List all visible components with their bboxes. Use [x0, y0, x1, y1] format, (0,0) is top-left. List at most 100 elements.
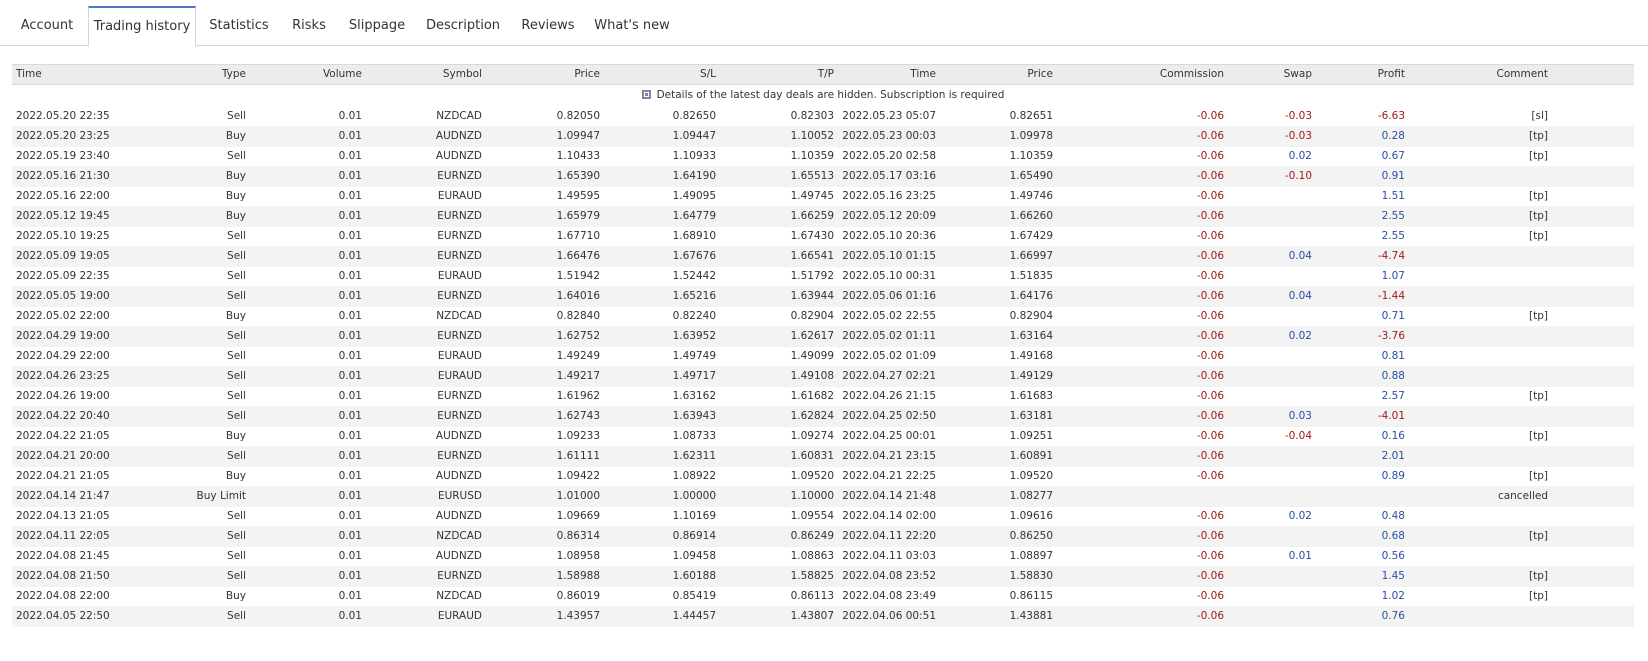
- cell-volume: 0.01: [338, 550, 362, 562]
- cell-tp: 1.49099: [790, 350, 834, 362]
- cell-close-time: 2022.05.06 01:16: [842, 290, 936, 302]
- cell-swap: [1212, 306, 1312, 327]
- cell-swap: [1212, 206, 1312, 227]
- cell-profit: 0.76: [1381, 610, 1405, 622]
- tab-description[interactable]: Description: [422, 6, 504, 46]
- cell-profit: 0.71: [1381, 310, 1405, 322]
- cell-volume: 0.01: [338, 150, 362, 162]
- header-time[interactable]: Time: [16, 65, 136, 86]
- cell-tp: 0.82904: [790, 310, 834, 322]
- cell-profit: -6.63: [1377, 110, 1405, 122]
- cell-open-time: 2022.04.11 22:05: [16, 530, 110, 542]
- cell-sl: 1.49749: [672, 350, 716, 362]
- header-type[interactable]: Type: [146, 65, 246, 86]
- cell-close-price: 1.49129: [1009, 370, 1053, 382]
- cell-open-price: 1.66476: [556, 250, 600, 262]
- cell-close-time: 2022.04.21 22:25: [842, 470, 936, 482]
- tab-account[interactable]: Account: [12, 6, 82, 46]
- cell-open-price: 1.09947: [556, 130, 600, 142]
- cell-type: Sell: [227, 530, 246, 542]
- cell-commission: -0.06: [1196, 170, 1224, 182]
- cell-open-price: 0.82050: [556, 110, 600, 122]
- tab-trading-history[interactable]: Trading history: [88, 6, 196, 47]
- tab-reviews[interactable]: Reviews: [516, 6, 580, 46]
- header-sl[interactable]: S/L: [616, 65, 716, 86]
- header-tp[interactable]: T/P: [734, 65, 834, 86]
- cell-symbol: AUDNZD: [435, 430, 482, 442]
- cell-volume: 0.01: [338, 330, 362, 342]
- cell-profit: 1.51: [1381, 190, 1405, 202]
- cell-type: Sell: [227, 290, 246, 302]
- cell-close-price: 1.43881: [1009, 610, 1053, 622]
- header-comment[interactable]: Comment: [1448, 65, 1548, 86]
- subscription-notice-text: Details of the latest day deals are hidd…: [656, 89, 1005, 101]
- header-close-price[interactable]: Price: [953, 65, 1053, 86]
- table-row: 2022.04.05 22:50 Sell 0.01 EURAUD 1.43957 1.4…: [12, 606, 1634, 627]
- header-profit[interactable]: Profit: [1305, 65, 1405, 86]
- cell-close-price: 1.08277: [1009, 490, 1053, 502]
- cell-swap: [1212, 606, 1312, 627]
- tab-whats-new[interactable]: What's new: [592, 6, 672, 46]
- cell-open-time: 2022.04.29 22:00: [16, 350, 110, 362]
- cell-profit: 1.07: [1381, 270, 1405, 282]
- cell-volume: 0.01: [338, 110, 362, 122]
- cell-profit: 1.45: [1381, 570, 1405, 582]
- cell-comment: [tp]: [1529, 470, 1548, 482]
- cell-open-time: 2022.04.26 19:00: [16, 390, 110, 402]
- header-close-time[interactable]: Time: [836, 65, 936, 86]
- cell-sl: 0.82650: [672, 110, 716, 122]
- cell-profit: 2.55: [1381, 230, 1405, 242]
- cell-close-price: 1.09978: [1009, 130, 1053, 142]
- header-swap[interactable]: Swap: [1212, 65, 1312, 86]
- cell-swap: [1212, 346, 1312, 367]
- cell-close-time: 2022.04.06 00:51: [842, 610, 936, 622]
- table-row: 2022.05.20 22:35 Sell 0.01 NZDCAD 0.82050 0.8…: [12, 106, 1634, 127]
- tab-slippage[interactable]: Slippage: [344, 6, 410, 46]
- cell-profit: 0.88: [1381, 370, 1405, 382]
- cell-comment: [1448, 166, 1548, 187]
- cell-swap: [1212, 566, 1312, 587]
- header-commission[interactable]: Commission: [1124, 65, 1224, 86]
- tab-risks[interactable]: Risks: [286, 6, 332, 46]
- cell-profit: 0.16: [1381, 430, 1405, 442]
- cell-sl: 1.08733: [672, 430, 716, 442]
- cell-sl: 0.86914: [672, 530, 716, 542]
- tab-statistics[interactable]: Statistics: [204, 6, 274, 46]
- cell-swap: [1212, 366, 1312, 387]
- cell-swap: -0.03: [1284, 110, 1312, 122]
- cell-tp: 1.49745: [790, 190, 834, 202]
- cell-close-price: 1.51835: [1009, 270, 1053, 282]
- cell-profit: 0.56: [1381, 550, 1405, 562]
- table-row: 2022.04.26 23:25 Sell 0.01 EURAUD 1.49217 1.4…: [12, 366, 1634, 387]
- cell-sl: 1.10169: [672, 510, 716, 522]
- cell-swap: 0.04: [1288, 290, 1312, 302]
- lock-icon: [641, 90, 651, 99]
- cell-close-price: 1.60891: [1009, 450, 1053, 462]
- cell-tp: 1.51792: [790, 270, 834, 282]
- header-volume[interactable]: Volume: [262, 65, 362, 86]
- cell-profit: 0.28: [1381, 130, 1405, 142]
- cell-open-price: 1.09422: [556, 470, 600, 482]
- cell-volume: 0.01: [338, 610, 362, 622]
- cell-open-time: 2022.04.21 21:05: [16, 470, 110, 482]
- header-price[interactable]: Price: [500, 65, 600, 86]
- cell-profit: -1.44: [1377, 290, 1405, 302]
- cell-open-time: 2022.05.02 22:00: [16, 310, 110, 322]
- header-symbol[interactable]: Symbol: [382, 65, 482, 86]
- cell-type: Sell: [227, 110, 246, 122]
- cell-tp: 1.09520: [790, 470, 834, 482]
- table-row: 2022.05.09 19:05 Sell 0.01 EURNZD 1.66476 1.6…: [12, 246, 1634, 267]
- cell-tp: 1.66541: [790, 250, 834, 262]
- cell-profit: 2.55: [1381, 210, 1405, 222]
- table-row: 2022.05.16 21:30 Buy 0.01 EURNZD 1.65390 1.64…: [12, 166, 1634, 187]
- cell-commission: -0.06: [1196, 310, 1224, 322]
- cell-sl: 1.09447: [672, 130, 716, 142]
- cell-close-time: 2022.05.10 00:31: [842, 270, 936, 282]
- cell-comment: [tp]: [1529, 530, 1548, 542]
- cell-comment: [sl]: [1531, 110, 1548, 122]
- cell-volume: 0.01: [338, 450, 362, 462]
- cell-commission: -0.06: [1196, 530, 1224, 542]
- cell-type: Sell: [227, 330, 246, 342]
- cell-open-time: 2022.05.09 19:05: [16, 250, 110, 262]
- cell-close-time: 2022.05.17 03:16: [842, 170, 936, 182]
